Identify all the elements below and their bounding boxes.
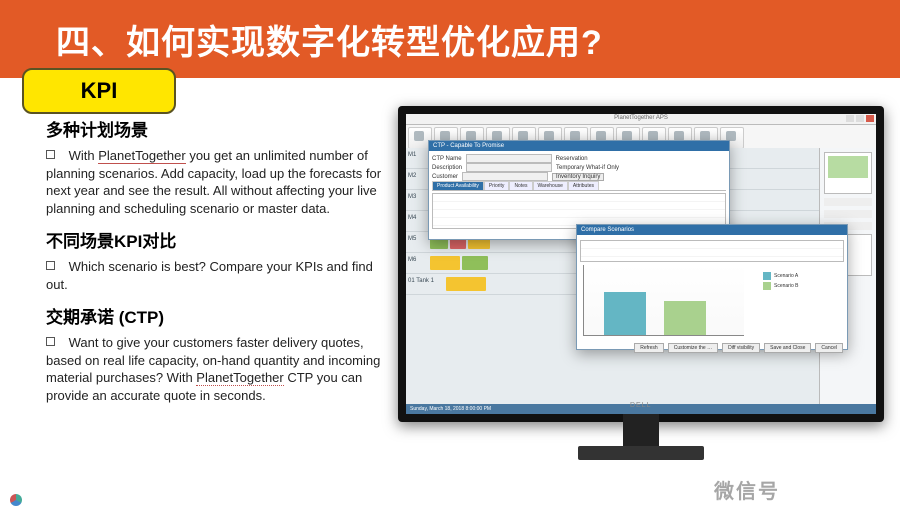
ctp-name-input[interactable] xyxy=(466,154,552,163)
ctp-desc-input[interactable] xyxy=(466,163,552,172)
ctp-body: CTP Name Reservation Description Tempora… xyxy=(429,151,729,232)
planettogether-link[interactable]: PlanetTogether xyxy=(98,148,185,164)
bullet-icon xyxy=(46,337,55,346)
ctp-button[interactable]: Inventory Inquiry xyxy=(552,173,604,181)
kpi-tag: KPI xyxy=(22,68,176,114)
compare-footer: Refresh Customize the … Diff visibility … xyxy=(581,343,843,353)
gantt-bar[interactable] xyxy=(462,256,488,270)
monitor-bezel: PlanetTogether APS xyxy=(398,106,884,422)
legend-swatch xyxy=(763,272,771,280)
section-3-heading: 交期承诺 (CTP) xyxy=(46,303,386,328)
save-close-button[interactable]: Save and Close xyxy=(764,343,811,353)
bullet-icon xyxy=(46,261,55,270)
section-1-body: With PlanetTogether you get an unlimited… xyxy=(46,147,386,217)
gantt-row-label: M2 xyxy=(408,173,416,179)
ctp-field-label: CTP Name xyxy=(432,156,462,162)
text-column: 多种计划场景 With PlanetTogether you get an un… xyxy=(46,106,386,466)
compare-grid[interactable] xyxy=(580,240,844,262)
cancel-button[interactable]: Cancel xyxy=(815,343,843,353)
bullet-icon xyxy=(46,150,55,159)
gantt-row-label: M3 xyxy=(408,194,416,200)
ctp-dialog-title: CTP - Capable To Promise xyxy=(429,141,729,151)
legend-label: Scenario B xyxy=(774,283,798,289)
ctp-tab[interactable]: Warehouse xyxy=(533,181,568,190)
ctp-cust-input[interactable] xyxy=(462,172,548,181)
status-text: Sunday, March 18, 2018 8:00:00 PM xyxy=(410,406,491,412)
ctp-tab[interactable]: Priority xyxy=(484,181,510,190)
chart-bar-a xyxy=(604,292,646,335)
section-3-body: Want to give your customers faster deliv… xyxy=(46,334,386,404)
legend-swatch xyxy=(763,282,771,290)
ctp-tab[interactable]: Attributes xyxy=(568,181,599,190)
s1-a: With xyxy=(69,148,99,163)
slide-title: 四、如何实现数字化转型优化应用? xyxy=(56,15,603,64)
section-2-heading: 不同场景KPI对比 xyxy=(46,227,386,252)
slide-header: 四、如何实现数字化转型优化应用? xyxy=(0,0,900,78)
kpi-tag-label: KPI xyxy=(81,78,118,104)
monitor-stand-base xyxy=(578,446,704,460)
monitor-brand: DELL xyxy=(630,402,652,409)
gantt-bar[interactable] xyxy=(430,256,460,270)
gantt-row-label: M6 xyxy=(408,257,416,263)
compare-title: Compare Scenarios xyxy=(577,225,847,235)
ctp-field-label: Description xyxy=(432,165,462,171)
side-row xyxy=(824,210,872,218)
gantt-row-label: M4 xyxy=(408,215,416,221)
ctp-tab-active[interactable]: Product Availability xyxy=(432,181,484,190)
minimize-icon[interactable] xyxy=(846,115,854,122)
window-buttons[interactable] xyxy=(846,115,874,122)
ctp-field-label: Reservation xyxy=(556,156,588,162)
side-row xyxy=(824,198,872,206)
compare-dialog[interactable]: Compare Scenarios Scenario A Scenario B xyxy=(576,224,848,350)
footer-logo-icon xyxy=(10,494,22,506)
app-title: PlanetTogether APS xyxy=(614,115,668,121)
gantt-row-label: M5 xyxy=(408,236,416,242)
inventory-view[interactable] xyxy=(824,152,872,194)
ctp-radio-label[interactable]: Temporary What-if Only xyxy=(556,165,619,171)
monitor-stand-neck xyxy=(623,414,659,450)
close-icon[interactable] xyxy=(866,115,874,122)
content-area: 多种计划场景 With PlanetTogether you get an un… xyxy=(0,78,900,466)
ctp-field-label: Customer xyxy=(432,174,458,180)
chart-bar-b xyxy=(664,301,706,335)
gantt-row-label: 01 Tank 1 xyxy=(408,278,434,284)
legend-label: Scenario A xyxy=(774,273,798,279)
app-titlebar: PlanetTogether APS xyxy=(406,114,876,125)
section-1-heading: 多种计划场景 xyxy=(46,116,386,141)
ctp-tab[interactable]: Notes xyxy=(509,181,532,190)
monitor-screen: PlanetTogether APS xyxy=(406,114,876,414)
monitor: PlanetTogether APS xyxy=(398,106,878,466)
chart-legend: Scenario A Scenario B xyxy=(763,271,841,291)
planettogether-link-2[interactable]: PlanetTogether xyxy=(196,370,283,386)
maximize-icon[interactable] xyxy=(856,115,864,122)
s2-text: Which scenario is best? Compare your KPI… xyxy=(46,259,373,292)
customize-button[interactable]: Customize the … xyxy=(668,343,718,353)
watermark-text: 微信号 xyxy=(714,475,780,504)
section-2-body: Which scenario is best? Compare your KPI… xyxy=(46,258,386,293)
compare-chart xyxy=(583,265,744,336)
gantt-row-label: M1 xyxy=(408,152,416,158)
gantt-bar[interactable] xyxy=(446,277,486,291)
ctp-tabs[interactable]: Product Availability Priority Notes Ware… xyxy=(432,181,726,191)
refresh-button[interactable]: Refresh xyxy=(634,343,664,353)
diff-button[interactable]: Diff visibility xyxy=(722,343,760,353)
